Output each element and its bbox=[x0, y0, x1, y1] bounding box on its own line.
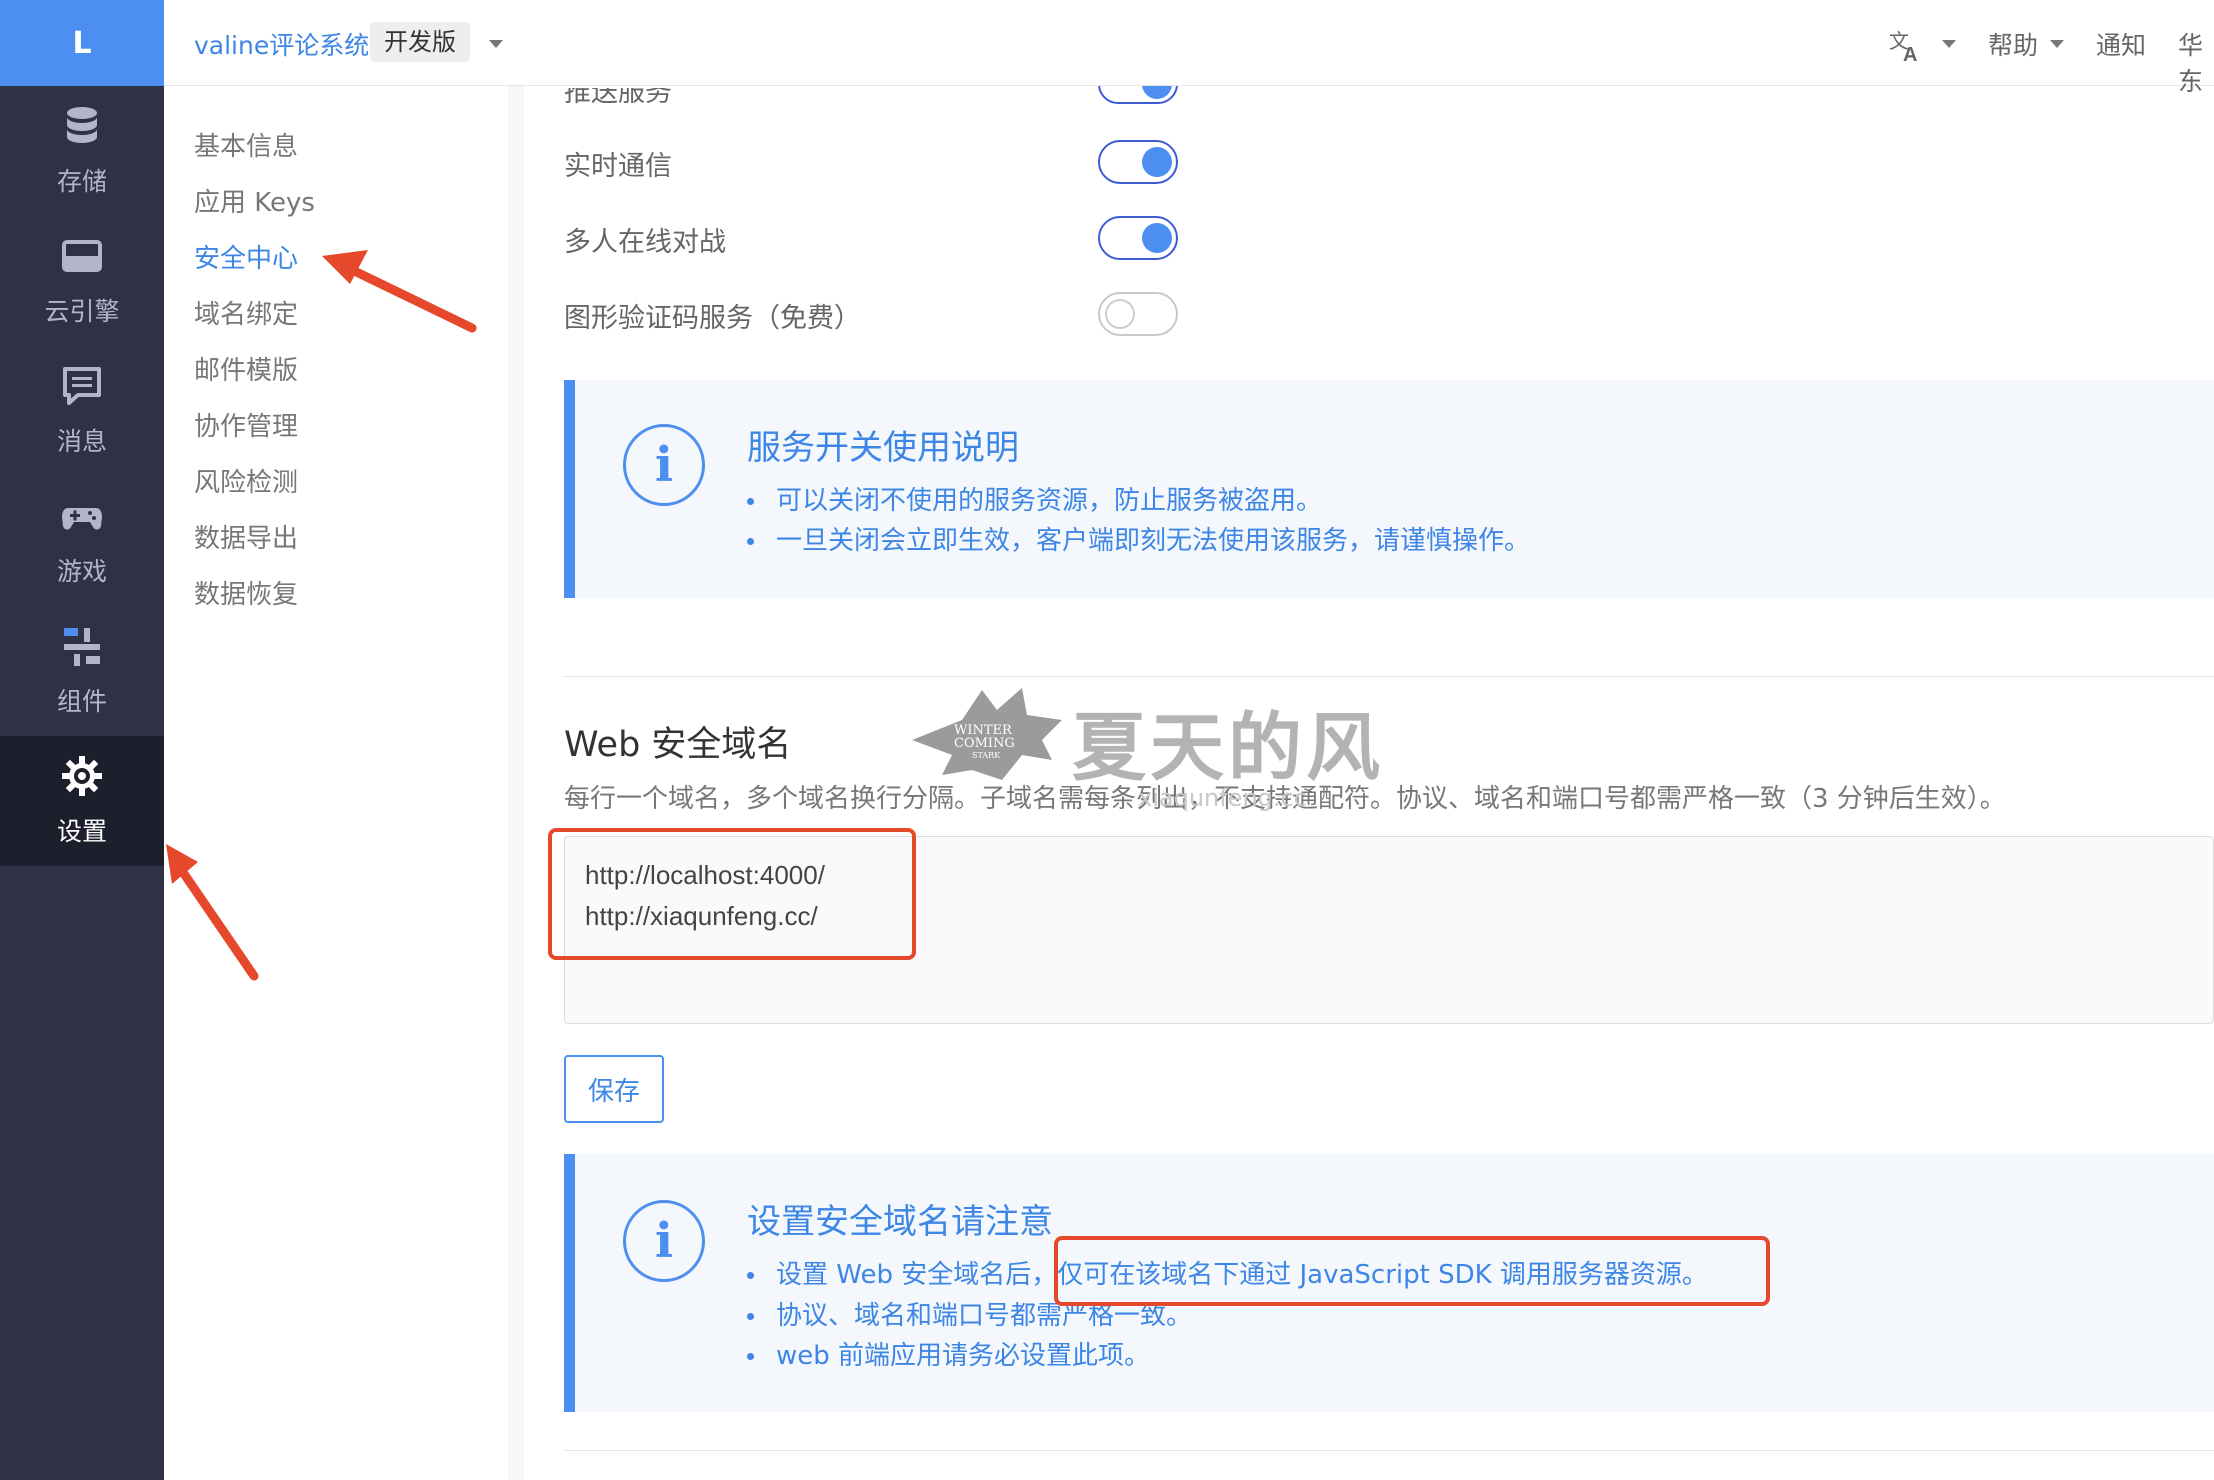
submenu-item-collaboration[interactable]: 协作管理 bbox=[194, 406, 298, 443]
arrow-to-settings-icon bbox=[166, 844, 259, 981]
submenu-item-export[interactable]: 数据导出 bbox=[194, 518, 298, 555]
submenu-item-risk[interactable]: 风险检测 bbox=[194, 462, 298, 499]
service-notice-box: i 服务开关使用说明 可以关闭不使用的服务资源，防止服务被盗用。 一旦关闭会立即… bbox=[564, 380, 2214, 598]
nav-item-label: 云引擎 bbox=[44, 297, 120, 326]
app-name-link[interactable]: valine评论系统 bbox=[194, 26, 369, 62]
divider bbox=[564, 1450, 2214, 1451]
notify-link[interactable]: 通知 bbox=[2096, 26, 2146, 62]
submenu-item-domain[interactable]: 域名绑定 bbox=[194, 294, 298, 331]
nav-item-label: 存储 bbox=[56, 167, 107, 196]
svg-text:A: A bbox=[1903, 44, 1917, 64]
nav-item-label: 消息 bbox=[56, 427, 107, 456]
nav-item-components[interactable]: 组件 bbox=[0, 606, 164, 736]
submenu-item-restore[interactable]: 数据恢复 bbox=[194, 574, 298, 611]
nav-item-engine[interactable]: 云引擎 bbox=[0, 216, 164, 346]
service-label: 实时通信 bbox=[564, 151, 672, 182]
section-title: Web 安全域名 bbox=[564, 725, 792, 765]
notice-highlight-box bbox=[1054, 1236, 1770, 1306]
service-toggle-realtime[interactable] bbox=[1098, 140, 1178, 184]
notice-item: 可以关闭不使用的服务资源，防止服务被盗用。 bbox=[747, 480, 1322, 517]
notice-title: 服务开关使用说明 bbox=[747, 428, 1019, 468]
gamepad-icon bbox=[62, 508, 102, 530]
plan-badge[interactable]: 开发版 bbox=[370, 22, 470, 62]
database-icon bbox=[67, 107, 97, 143]
service-toggle-multiplayer[interactable] bbox=[1098, 216, 1178, 260]
translate-icon[interactable]: 文A bbox=[1888, 28, 1924, 64]
app-switch-chevron-down-icon[interactable] bbox=[489, 40, 503, 48]
language-chevron-down-icon[interactable] bbox=[1942, 40, 1956, 48]
info-icon: i bbox=[623, 1200, 705, 1282]
top-bar: valine评论系统 开发版 文A 帮助 通知 华东 bbox=[164, 0, 2214, 96]
message-icon bbox=[63, 367, 101, 405]
nav-item-message[interactable]: 消息 bbox=[0, 346, 164, 476]
help-chevron-down-icon[interactable] bbox=[2050, 40, 2064, 48]
submenu-item-email-template[interactable]: 邮件模版 bbox=[194, 350, 298, 387]
nav-item-game[interactable]: 游戏 bbox=[0, 476, 164, 606]
watermark: WINTER COMING STARK 夏天的风 xiaqunfeng.cc bbox=[902, 680, 1442, 812]
gear-icon bbox=[62, 756, 102, 796]
content-gutter bbox=[508, 86, 524, 1480]
help-menu[interactable]: 帮助 bbox=[1988, 26, 2038, 62]
app-logo[interactable]: L bbox=[0, 0, 164, 86]
submenu-item-basic[interactable]: 基本信息 bbox=[194, 126, 298, 163]
notice-item: 一旦关闭会立即生效，客户端即刻无法使用该服务，请谨慎操作。 bbox=[747, 520, 1530, 557]
nav-item-label: 设置 bbox=[56, 817, 107, 846]
watermark-sub: xiaqunfeng.cc bbox=[1138, 784, 1307, 812]
service-toggle-captcha[interactable] bbox=[1098, 292, 1178, 336]
console-app: L 存储 云引擎 消息 游戏 组件 设置 valine评论系统 开发版 文 A … bbox=[0, 0, 2214, 1480]
nav-item-label: 组件 bbox=[56, 687, 107, 716]
wolf-logo-icon: WINTER COMING STARK bbox=[912, 688, 1062, 780]
service-label: 图形验证码服务（免费） bbox=[564, 303, 861, 334]
components-icon bbox=[64, 628, 100, 666]
server-icon bbox=[62, 240, 102, 272]
divider bbox=[564, 676, 2214, 677]
submenu-item-keys[interactable]: 应用 Keys bbox=[194, 182, 315, 219]
nav-item-storage[interactable]: 存储 bbox=[0, 86, 164, 216]
save-button[interactable]: 保存 bbox=[564, 1055, 664, 1123]
notice-item: web 前端应用请务必设置此项。 bbox=[747, 1335, 1150, 1372]
region-menu[interactable]: 华东 bbox=[2178, 26, 2214, 98]
submenu-item-security[interactable]: 安全中心 bbox=[194, 238, 298, 275]
notice-title: 设置安全域名请注意 bbox=[747, 1202, 1053, 1242]
info-icon: i bbox=[623, 424, 705, 506]
watermark-text: 夏天的风 bbox=[1072, 705, 1384, 791]
domains-highlight-box bbox=[548, 828, 916, 960]
service-label: 多人在线对战 bbox=[564, 227, 726, 258]
left-nav: L 存储 云引擎 消息 游戏 组件 设置 bbox=[0, 0, 164, 1480]
arrow-to-security-icon bbox=[322, 250, 477, 333]
svg-text:STARK: STARK bbox=[972, 751, 1001, 760]
svg-text:COMING: COMING bbox=[954, 736, 1015, 751]
nav-item-label: 游戏 bbox=[56, 557, 107, 586]
nav-item-settings[interactable]: 设置 bbox=[0, 736, 164, 866]
